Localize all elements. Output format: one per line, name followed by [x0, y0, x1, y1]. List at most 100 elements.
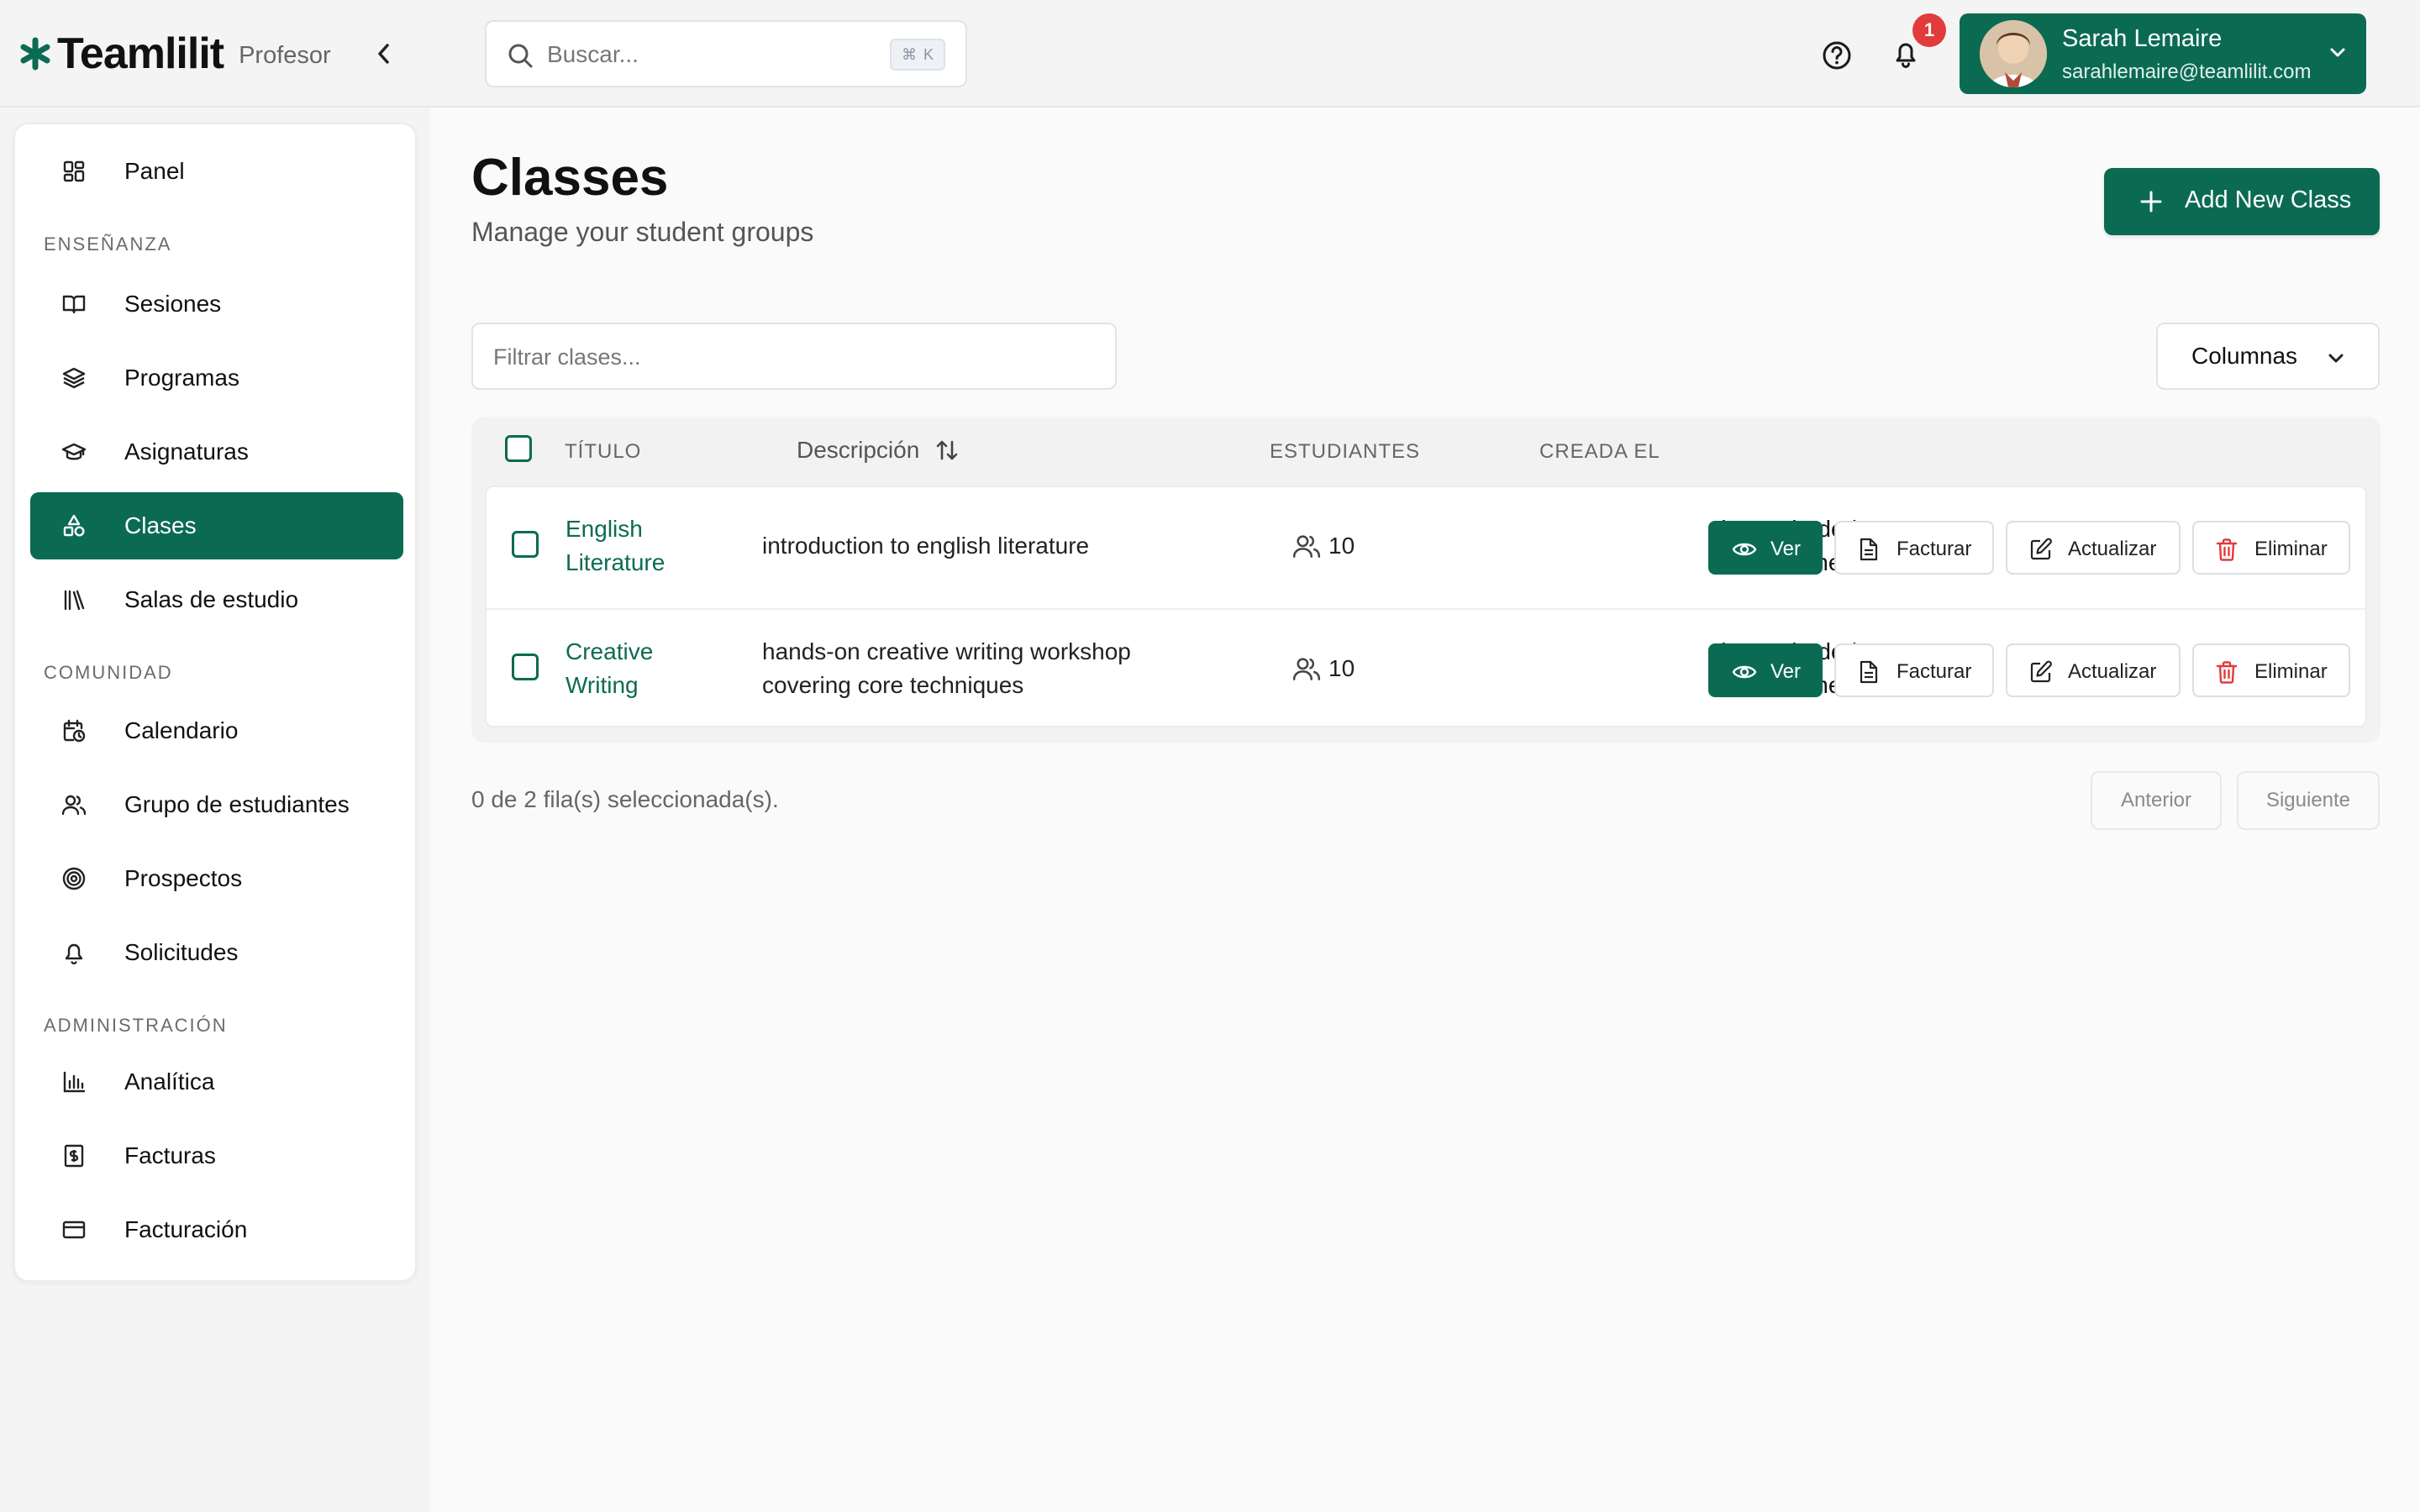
add-new-class-button[interactable]: Add New Class — [2104, 168, 2380, 235]
invoice-label: Facturar — [1897, 538, 1972, 560]
sidebar-item-analitica[interactable]: Analítica — [30, 1048, 403, 1116]
layers-icon — [62, 367, 86, 389]
view-button[interactable]: Ver — [1708, 521, 1823, 575]
search-icon — [508, 44, 533, 68]
command-key-icon: ⌘ — [901, 45, 917, 63]
sidebar-item-panel[interactable]: Panel — [30, 138, 403, 205]
delete-label: Eliminar — [2254, 538, 2328, 560]
sidebar-item-label: Analítica — [124, 1068, 215, 1095]
delete-button[interactable]: Eliminar — [2192, 643, 2350, 697]
row-checkbox[interactable] — [512, 531, 539, 558]
sidebar-item-label: Facturas — [124, 1142, 216, 1168]
previous-page-button[interactable]: Anterior — [2091, 771, 2222, 830]
role-label: Profesor — [239, 41, 331, 69]
invoice-button[interactable]: Facturar — [1834, 521, 1994, 575]
update-label: Actualizar — [2068, 660, 2157, 683]
top-bar: Teamlilit Profesor ⌘ K 1 S — [0, 0, 2420, 108]
table-header: TÍTULO Descripción ESTUDIANTES CREADA EL — [471, 417, 2381, 484]
edit-icon — [2030, 538, 2052, 560]
chevron-left-icon — [378, 44, 389, 64]
user-menu[interactable]: Sarah Lemaire sarahlemaire@teamlilit.com — [1960, 13, 2366, 94]
header-students: ESTUDIANTES — [1270, 440, 1421, 463]
plus-icon — [2140, 191, 2162, 213]
asterisk-logo-icon — [20, 37, 50, 71]
sidebar-item-label: Calendario — [124, 717, 239, 743]
next-page-button[interactable]: Siguiente — [2237, 771, 2380, 830]
chevron-down-icon — [2328, 354, 2344, 363]
sidebar-item-programas[interactable]: Programas — [30, 344, 403, 412]
class-title-link[interactable]: English Literature — [566, 512, 665, 580]
sidebar-item-prospectos[interactable]: Prospectos — [30, 845, 403, 912]
view-button[interactable]: Ver — [1708, 643, 1823, 697]
users-icon — [62, 795, 86, 816]
view-label: Ver — [1770, 660, 1802, 683]
sidebar-item-facturacion[interactable]: Facturación — [30, 1196, 403, 1263]
sidebar-item-label: Programas — [124, 365, 239, 391]
sidebar-item-label: Grupo de estudiantes — [124, 791, 350, 817]
search-box[interactable]: ⌘ K — [485, 20, 967, 87]
columns-dropdown-button[interactable]: Columnas — [2156, 323, 2380, 390]
eye-icon — [1732, 543, 1757, 556]
invoice-button[interactable]: Facturar — [1834, 643, 1994, 697]
sidebar: Panel ENSEÑANZA Sesiones Programas Asign… — [13, 123, 417, 1282]
sidebar-item-grupo-de-estudiantes[interactable]: Grupo de estudiantes — [30, 771, 403, 838]
filter-classes-input[interactable] — [493, 336, 1081, 378]
sidebar-item-label: Asignaturas — [124, 438, 249, 465]
shapes-icon — [63, 514, 85, 537]
update-button[interactable]: Actualizar — [2006, 643, 2181, 697]
sidebar-item-asignaturas[interactable]: Asignaturas — [30, 418, 403, 486]
sidebar-item-sesiones[interactable]: Sesiones — [30, 270, 403, 338]
student-count-value: 10 — [1328, 655, 1355, 681]
search-input[interactable] — [547, 34, 850, 76]
shortcut-key: K — [923, 45, 934, 63]
select-all-checkbox[interactable] — [505, 435, 532, 462]
sidebar-item-label: Solicitudes — [124, 939, 239, 965]
help-circle-icon[interactable] — [1820, 39, 1854, 72]
class-description: introduction to english literature — [762, 533, 1090, 559]
selection-status: 0 de 2 fila(s) seleccionada(s). — [471, 786, 779, 812]
chevron-down-icon — [2330, 48, 2345, 57]
header-created: CREADA EL — [1539, 440, 1660, 463]
class-title-link[interactable]: Creative Writing — [566, 635, 653, 702]
user-email: sarahlemaire@teamlilit.com — [2062, 60, 2312, 83]
brand-name: Teamlilit — [57, 29, 224, 78]
sidebar-item-label: Clases — [124, 512, 197, 538]
sidebar-item-clases[interactable]: Clases — [30, 492, 403, 559]
notification-count-badge: 1 — [1912, 13, 1946, 47]
student-count: 10 — [1293, 655, 1355, 682]
brand[interactable]: Teamlilit Profesor — [18, 25, 331, 82]
dashboard-icon — [63, 160, 85, 182]
sidebar-item-solicitudes[interactable]: Solicitudes — [30, 919, 403, 986]
bar-chart-icon — [63, 1071, 86, 1093]
page-subtitle: Manage your student groups — [471, 217, 814, 247]
row-checkbox[interactable] — [512, 654, 539, 680]
header-description-sort[interactable]: Descripción — [797, 437, 960, 464]
update-button[interactable]: Actualizar — [2006, 521, 2181, 575]
filter-box[interactable] — [471, 323, 1117, 390]
sidebar-item-label: Facturación — [124, 1216, 248, 1242]
trash-icon — [2216, 661, 2238, 684]
trash-icon — [2216, 538, 2238, 561]
delete-label: Eliminar — [2254, 660, 2328, 683]
sidebar-item-label: Sesiones — [124, 291, 222, 317]
header-title: TÍTULO — [565, 440, 642, 463]
sort-arrows-icon — [936, 440, 958, 460]
collapse-sidebar-button[interactable] — [370, 37, 397, 71]
table-body: English Literature introduction to engli… — [485, 486, 2367, 727]
users-icon — [1293, 535, 1320, 558]
sidebar-item-facturas[interactable]: Facturas — [30, 1122, 403, 1189]
user-name: Sarah Lemaire — [2062, 25, 2223, 52]
classes-table: TÍTULO Descripción ESTUDIANTES CREADA EL… — [471, 417, 2381, 743]
delete-button[interactable]: Eliminar — [2192, 521, 2350, 575]
student-count: 10 — [1293, 533, 1355, 559]
columns-label: Columnas — [2191, 343, 2298, 369]
calendar-clock-icon — [63, 719, 86, 743]
table-row: English Literature introduction to engli… — [487, 487, 2365, 608]
sidebar-item-salas-de-estudio[interactable]: Salas de estudio — [30, 566, 403, 633]
section-label-ensenanza: ENSEÑANZA — [44, 234, 172, 255]
page-title: Classes — [471, 149, 669, 207]
view-label: Ver — [1770, 538, 1802, 560]
sidebar-item-calendario[interactable]: Calendario — [30, 697, 403, 764]
main-content: Classes Manage your student groups Add N… — [430, 108, 2420, 1512]
header-description-label: Descripción — [797, 437, 920, 463]
